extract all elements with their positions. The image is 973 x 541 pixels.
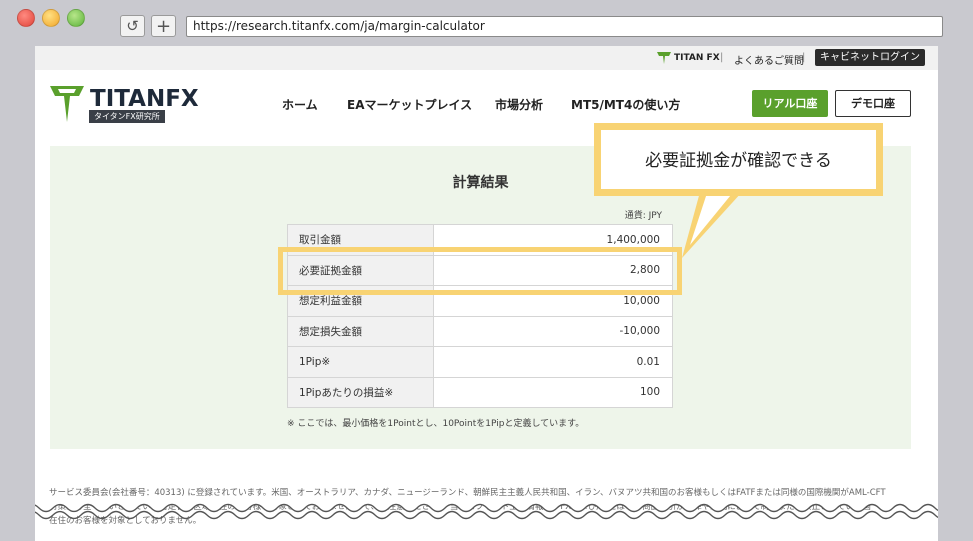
margin-highlight-box xyxy=(278,247,682,295)
faq-link[interactable]: よくあるご質問 xyxy=(734,52,804,67)
utility-logo[interactable]: TITAN FX xyxy=(657,52,720,64)
separator: | xyxy=(802,52,806,63)
site-logo[interactable]: TITANFX タイタンFX研究所 xyxy=(50,86,199,124)
separator: | xyxy=(720,52,724,63)
titan-logo-icon xyxy=(50,86,84,122)
utility-logo-text: TITAN FX xyxy=(674,53,720,63)
currency-label: 通貨: JPY xyxy=(624,211,662,221)
nav-home[interactable]: ホーム xyxy=(282,96,318,113)
row-label: 想定損失金額 xyxy=(287,315,434,347)
row-value: -10,000 xyxy=(433,315,673,347)
logo-subtitle: タイタンFX研究所 xyxy=(89,110,165,123)
nav-market-analysis[interactable]: 市場分析 xyxy=(495,96,543,113)
row-label: 1Pipあたりの損益※ xyxy=(287,376,434,408)
titan-logo-icon xyxy=(657,52,671,64)
demo-account-button[interactable]: デモ口座 xyxy=(835,90,911,117)
minimize-window-icon[interactable] xyxy=(42,9,60,27)
maximize-window-icon[interactable] xyxy=(67,9,85,27)
table-row: 1Pip※ 0.01 xyxy=(287,346,673,378)
callout-text: 必要証拠金が確認できる xyxy=(645,151,832,171)
new-tab-button[interactable]: + xyxy=(151,15,176,37)
address-bar[interactable]: https://research.titanfx.com/ja/margin-c… xyxy=(186,16,943,37)
close-window-icon[interactable] xyxy=(17,9,35,27)
row-value: 100 xyxy=(433,376,673,408)
annotation-callout: 必要証拠金が確認できる xyxy=(594,123,883,196)
cabinet-login-button[interactable]: キャビネットログイン xyxy=(815,49,925,66)
reload-icon: ↺ xyxy=(126,17,139,35)
row-label: 1Pip※ xyxy=(287,346,434,378)
reload-button[interactable]: ↺ xyxy=(120,15,145,37)
utility-bar: TITAN FX | よくあるご質問 | キャビネットログイン xyxy=(35,46,938,70)
logo-wordmark: TITANFX xyxy=(90,86,199,112)
nav-ea-marketplace[interactable]: EAマーケットプレイス xyxy=(347,96,472,113)
browser-chrome: ↺ + https://research.titanfx.com/ja/marg… xyxy=(0,0,973,46)
torn-edge-divider xyxy=(35,498,938,520)
nav-mt-guide[interactable]: MT5/MT4の使い方 xyxy=(571,96,680,113)
real-account-button[interactable]: リアル口座 xyxy=(752,90,828,117)
row-value: 0.01 xyxy=(433,346,673,378)
results-footnote: ※ ここでは、最小価格を1Pointとし、10Pointを1Pipと定義していま… xyxy=(287,419,585,429)
plus-icon: + xyxy=(155,15,172,37)
table-row: 1Pipあたりの損益※ 100 xyxy=(287,376,673,408)
table-row: 想定損失金額 -10,000 xyxy=(287,315,673,347)
